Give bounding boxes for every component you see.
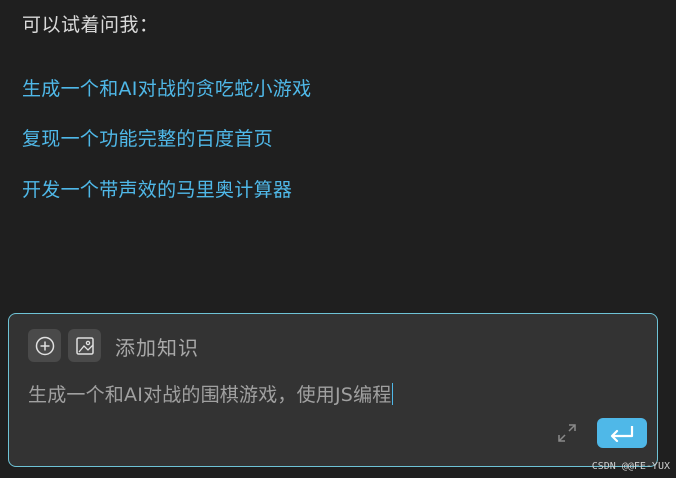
chat-page: 可以试着问我： 生成一个和AI对战的贪吃蛇小游戏 复现一个功能完整的百度首页 开… <box>0 0 676 478</box>
text-caret <box>392 383 394 405</box>
expand-button[interactable] <box>557 423 577 443</box>
suggestion-baidu-homepage[interactable]: 复现一个功能完整的百度首页 <box>22 124 273 151</box>
add-knowledge-button[interactable]: 添加知识 <box>115 332 199 361</box>
suggestion-mario-calculator[interactable]: 开发一个带声效的马里奥计算器 <box>22 175 292 202</box>
watermark: CSDN @@FE-YUX <box>591 461 670 472</box>
prompt-title: 可以试着问我： <box>22 14 159 36</box>
upload-image-button[interactable] <box>68 329 101 362</box>
chat-input[interactable]: 生成一个和AI对战的围棋游戏，使用JS编程 <box>28 380 628 407</box>
image-icon <box>75 336 94 355</box>
chat-composer: 添加知识 生成一个和AI对战的围棋游戏，使用JS编程 <box>8 313 658 467</box>
add-button[interactable] <box>28 329 61 362</box>
plus-circle-icon <box>35 336 54 355</box>
chat-input-value: 生成一个和AI对战的围棋游戏，使用JS编程 <box>28 384 392 406</box>
enter-return-icon <box>610 426 634 442</box>
send-button[interactable] <box>597 418 647 448</box>
expand-icon <box>558 424 576 442</box>
suggestion-snake-game[interactable]: 生成一个和AI对战的贪吃蛇小游戏 <box>22 74 311 101</box>
